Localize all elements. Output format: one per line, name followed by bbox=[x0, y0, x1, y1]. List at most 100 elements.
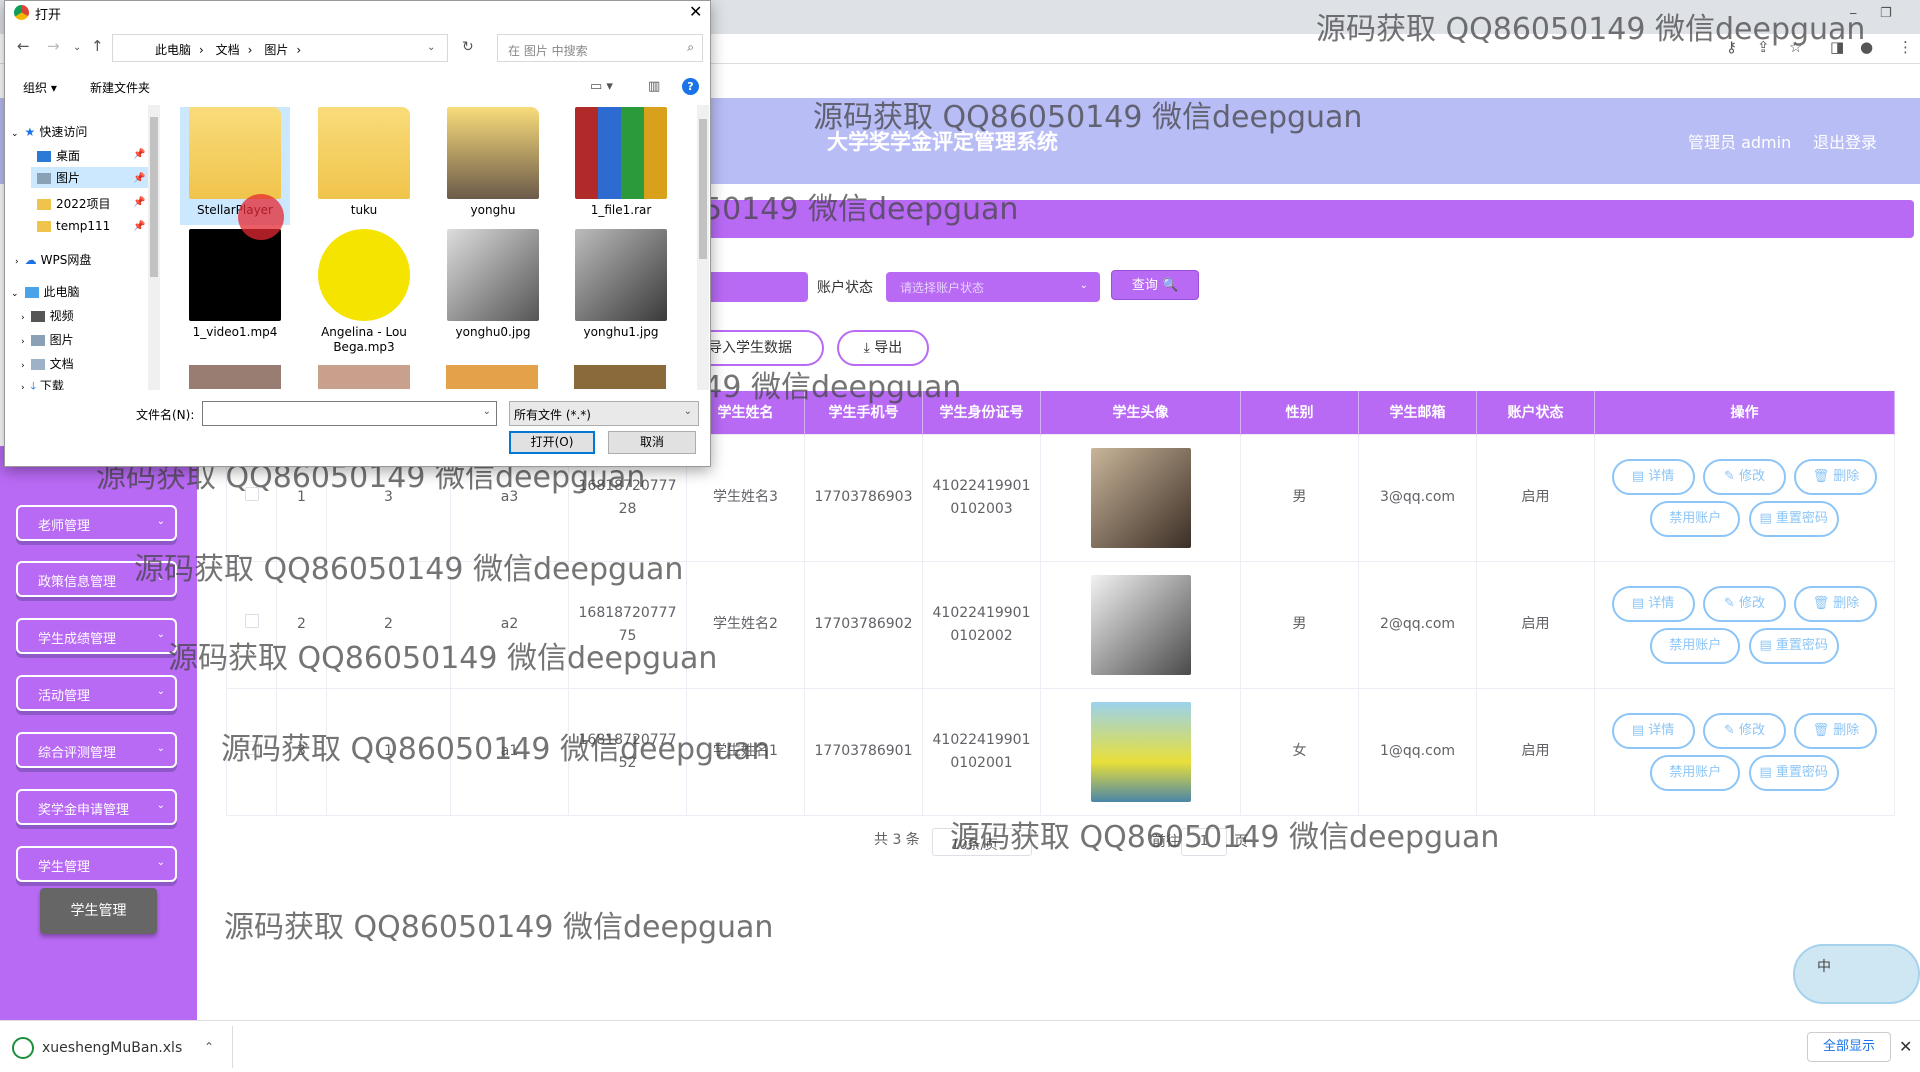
nav-scrollbar[interactable] bbox=[148, 105, 160, 390]
sidebar-item-evaluation[interactable]: 综合评测管理 ⌄ bbox=[16, 732, 177, 768]
import-button[interactable]: 导入学生数据 bbox=[700, 330, 824, 366]
files-scrollbar[interactable] bbox=[697, 105, 709, 390]
close-download-bar-button[interactable]: ✕ bbox=[1899, 1037, 1912, 1056]
nav-pictures[interactable]: 图片 bbox=[31, 167, 149, 188]
nav-project-folder[interactable]: 2022项目 bbox=[37, 195, 111, 212]
account-status: 启用 bbox=[1476, 687, 1595, 816]
cancel-button[interactable]: 取消 bbox=[608, 431, 696, 454]
file-item-video[interactable]: 1_video1.mp4 bbox=[180, 229, 290, 340]
nav-wps[interactable]: › ☁ WPS网盘 bbox=[15, 251, 91, 268]
chevron-down-icon: ⌄ bbox=[482, 406, 491, 417]
scroll-thumb[interactable] bbox=[150, 117, 158, 277]
reset-password-button[interactable]: ▤ 重置密码 bbox=[1748, 500, 1839, 537]
show-all-button[interactable]: 全部显示 bbox=[1807, 1032, 1891, 1062]
chevron-down-icon: ⌄ bbox=[156, 743, 165, 754]
folder-icon bbox=[189, 107, 281, 199]
preview-pane-icon[interactable]: ▥ bbox=[648, 79, 660, 94]
edit-button[interactable]: ✎ 修改 bbox=[1703, 712, 1786, 749]
student-phone: 17703786903 bbox=[804, 433, 923, 562]
student-email: 1@qq.com bbox=[1358, 687, 1477, 816]
open-button[interactable]: 打开(O) bbox=[509, 431, 595, 454]
file-item-folder[interactable]: tuku bbox=[309, 107, 419, 218]
nav-downloads[interactable]: › ⤓ 下载 bbox=[21, 377, 64, 390]
student-idcard: 41022419901 0102001 bbox=[922, 687, 1041, 816]
chevron-up-icon[interactable]: ⌃ bbox=[204, 1040, 214, 1054]
query-button[interactable]: 查询 🔍 bbox=[1111, 270, 1199, 300]
help-icon[interactable]: ? bbox=[682, 78, 699, 95]
scroll-thumb[interactable] bbox=[699, 119, 707, 259]
status-select[interactable]: 请选择账户状态 ⌄ bbox=[886, 272, 1100, 302]
organize-menu[interactable]: 组织 ▾ bbox=[23, 79, 57, 96]
chevron-down-icon[interactable]: ⌄ bbox=[427, 42, 435, 53]
watermark: 源码获取 QQ86050149 微信deepguan bbox=[1316, 12, 1866, 47]
file-item-audio[interactable]: Angelina - Lou Bega.mp3 bbox=[309, 229, 419, 355]
student-email: 2@qq.com bbox=[1358, 560, 1477, 689]
disable-account-button[interactable]: 禁用账户 bbox=[1650, 754, 1741, 791]
download-bar bbox=[0, 1020, 1920, 1072]
up-icon[interactable]: ↑ bbox=[91, 37, 104, 55]
file-item-archive[interactable]: 1_file1.rar bbox=[566, 107, 676, 218]
nav-pictures-pc[interactable]: › 图片 bbox=[21, 331, 74, 348]
folder-icon bbox=[37, 199, 51, 210]
nav-videos[interactable]: › 视频 bbox=[21, 307, 74, 324]
export-button[interactable]: ⤓ 导出 bbox=[837, 330, 929, 366]
ime-widget[interactable]: 中 bbox=[1793, 944, 1920, 1004]
logout-link[interactable]: 退出登录 bbox=[1813, 129, 1877, 153]
recent-chevron-icon[interactable]: ⌄ bbox=[73, 42, 81, 53]
nav-temp-folder[interactable]: temp111 bbox=[37, 219, 110, 233]
nav-documents[interactable]: › 文档 bbox=[21, 355, 74, 372]
student-gender: 男 bbox=[1240, 433, 1359, 562]
image-file-icon bbox=[447, 229, 539, 321]
filename-input[interactable]: ⌄ bbox=[202, 401, 497, 426]
nav-desktop[interactable]: 桌面 bbox=[37, 147, 80, 164]
spreadsheet-file-icon bbox=[12, 1037, 34, 1059]
detail-button[interactable]: ▤ 详情 bbox=[1611, 585, 1695, 622]
detail-button[interactable]: ▤ 详情 bbox=[1611, 458, 1695, 495]
computer-icon bbox=[24, 287, 39, 298]
file-item-image[interactable]: yonghu1.jpg bbox=[566, 229, 676, 340]
download-icon: ⤓ bbox=[30, 379, 36, 390]
menu-icon[interactable]: ⋮ bbox=[1898, 38, 1913, 56]
sidebar-subitem-students[interactable]: 学生管理 bbox=[40, 888, 157, 934]
watermark: 源码获取 QQ86050149 微信deepguan bbox=[950, 820, 1500, 855]
forward-icon[interactable]: → bbox=[47, 37, 60, 55]
delete-button[interactable]: 🗑 删除 bbox=[1794, 712, 1878, 749]
sidebar-item-scholarship[interactable]: 奖学金申请管理 ⌄ bbox=[16, 789, 177, 825]
sidebar-item-activity[interactable]: 活动管理 ⌄ bbox=[16, 675, 177, 711]
reset-password-button[interactable]: ▤ 重置密码 bbox=[1748, 627, 1839, 664]
col-header-gender: 性别 bbox=[1240, 391, 1359, 434]
filetype-select[interactable]: 所有文件 (*.*) ⌄ bbox=[509, 401, 699, 426]
name-search-input[interactable] bbox=[700, 272, 808, 302]
delete-button[interactable]: 🗑 删除 bbox=[1794, 585, 1878, 622]
row-checkbox[interactable] bbox=[244, 614, 259, 628]
dialog-close-button[interactable]: ✕ bbox=[689, 2, 702, 21]
sidebar-item-scores[interactable]: 学生成绩管理 ⌄ bbox=[16, 618, 177, 654]
file-item-folder[interactable]: yonghu bbox=[438, 107, 548, 218]
new-folder-button[interactable]: 新建文件夹 bbox=[90, 79, 150, 96]
nav-this-pc[interactable]: ⌄ 此电脑 bbox=[11, 283, 80, 300]
breadcrumb[interactable]: 此电脑 bbox=[155, 43, 191, 57]
back-icon[interactable]: ← bbox=[17, 37, 30, 55]
refresh-icon[interactable]: ↻ bbox=[462, 39, 474, 55]
reset-password-button[interactable]: ▤ 重置密码 bbox=[1748, 754, 1839, 791]
restore-button[interactable]: ❐ bbox=[1880, 6, 1892, 21]
breadcrumb[interactable]: 文档 bbox=[216, 43, 240, 57]
sidebar-item-students[interactable]: 学生管理 ⌄ bbox=[16, 846, 177, 882]
chevron-down-icon: ⌄ bbox=[156, 516, 165, 527]
sidebar-item-teacher[interactable]: 老师管理 ⌄ bbox=[16, 505, 177, 541]
detail-button[interactable]: ▤ 详情 bbox=[1611, 712, 1695, 749]
download-item[interactable]: xueshengMuBan.xls bbox=[12, 1037, 182, 1059]
chevron-down-icon: ⌄ bbox=[156, 686, 165, 697]
address-bar[interactable]: 此电脑 › 文档 › 图片 › bbox=[112, 34, 448, 62]
file-item-image[interactable]: yonghu0.jpg bbox=[438, 229, 548, 340]
view-mode-icon[interactable]: ▭ ▾ bbox=[590, 79, 613, 94]
disable-account-button[interactable]: 禁用账户 bbox=[1650, 500, 1741, 537]
image-file-icon bbox=[575, 229, 667, 321]
dialog-search-input[interactable]: 在 图片 中搜索 ⌕ bbox=[497, 34, 703, 62]
delete-button[interactable]: 🗑 删除 bbox=[1794, 458, 1878, 495]
edit-button[interactable]: ✎ 修改 bbox=[1703, 458, 1786, 495]
nav-quick-access[interactable]: ⌄ ★ 快速访问 bbox=[11, 123, 87, 140]
disable-account-button[interactable]: 禁用账户 bbox=[1650, 627, 1741, 664]
edit-button[interactable]: ✎ 修改 bbox=[1703, 585, 1786, 622]
breadcrumb[interactable]: 图片 bbox=[264, 43, 288, 57]
